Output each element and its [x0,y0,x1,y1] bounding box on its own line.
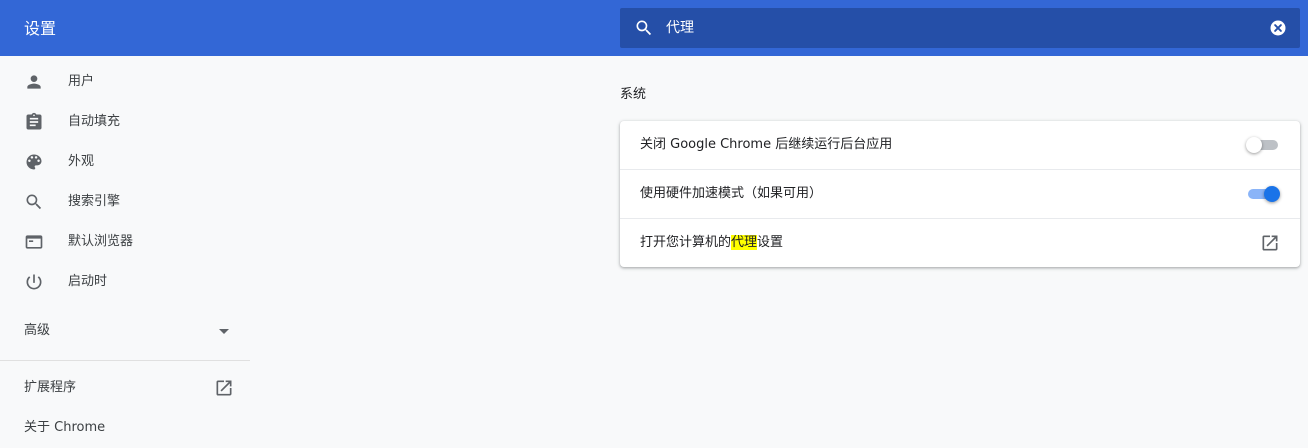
clear-icon[interactable] [1268,18,1288,38]
open-in-new-icon[interactable] [1260,233,1280,253]
search-icon [26,194,42,210]
power-icon [26,274,42,290]
proxy-label-after: 设置 [757,235,784,250]
background-apps-toggle[interactable] [1246,135,1280,155]
proxy-label-before: 打开您计算机的 [640,235,732,250]
extensions-label: 扩展程序 [24,380,77,395]
advanced-label: 高级 [24,323,51,338]
sidebar-item-label: 自动填充 [68,114,121,129]
row-label: 使用硬件加速模式（如果可用） [640,186,823,201]
page-title: 设置 [24,19,57,38]
header-bar: 设置 代理 [0,0,1308,56]
browser-icon [25,235,43,249]
toggle-knob [1246,137,1262,153]
sidebar-item-people[interactable]: 用户 [0,62,250,102]
search-match-highlight: 代理 [731,235,758,250]
arrow-drop-down-icon [219,329,229,334]
sidebar-item-default-browser[interactable]: 默认浏览器 [0,222,250,262]
sidebar-item-about-chrome[interactable]: 关于 Chrome [0,408,250,448]
sidebar-advanced[interactable]: 高级 [0,311,250,351]
sidebar-item-extensions[interactable]: 扩展程序 [0,368,250,408]
row-label: 关闭 Google Chrome 后继续运行后台应用 [640,137,893,152]
sidebar-item-appearance[interactable]: 外观 [0,142,250,182]
search-input[interactable]: 代理 [666,18,694,38]
sidebar-item-label: 默认浏览器 [68,234,134,249]
sidebar-item-label: 外观 [68,154,95,169]
sidebar-divider [0,360,250,361]
hardware-acceleration-row[interactable]: 使用硬件加速模式（如果可用） [620,169,1300,218]
sidebar-item-label: 用户 [68,74,95,89]
section-title: 系统 [620,87,647,102]
hardware-acceleration-toggle[interactable] [1246,184,1280,204]
system-settings-card: 关闭 Google Chrome 后继续运行后台应用 使用硬件加速模式（如果可用… [620,121,1300,267]
search-field[interactable]: 代理 [620,8,1300,48]
background-apps-row[interactable]: 关闭 Google Chrome 后继续运行后台应用 [620,121,1300,169]
sidebar-item-label: 启动时 [68,274,108,289]
proxy-settings-row[interactable]: 打开您计算机的代理设置 [620,218,1300,267]
about-label: 关于 Chrome [24,420,106,435]
toggle-knob [1264,186,1280,202]
palette-icon [26,154,42,170]
clipboard-icon [26,112,42,130]
proxy-settings-label: 打开您计算机的代理设置 [640,233,783,253]
sidebar-item-autofill[interactable]: 自动填充 [0,102,250,142]
sidebar-item-on-startup[interactable]: 启动时 [0,262,250,302]
sidebar: 用户 自动填充 外观 搜索引擎 默认浏览器 启动时 高级 扩展程序 关于 Chr… [0,56,250,440]
open-in-new-icon [216,380,232,396]
sidebar-item-label: 搜索引擎 [68,194,121,209]
search-icon [636,20,652,36]
sidebar-item-search-engine[interactable]: 搜索引擎 [0,182,250,222]
person-icon [27,75,41,89]
